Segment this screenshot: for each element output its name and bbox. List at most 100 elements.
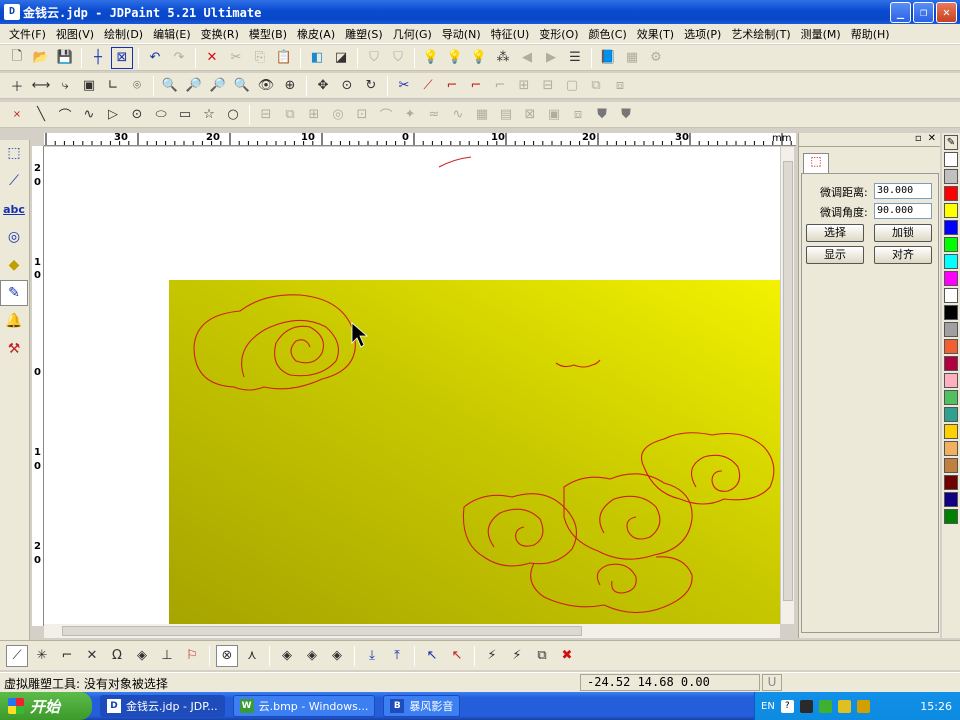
cursor-box-icon[interactable]: ⧉ bbox=[531, 645, 553, 667]
view-eye-icon[interactable]: 👁 bbox=[255, 75, 277, 97]
arrow-right-icon[interactable]: ▶ bbox=[540, 47, 562, 69]
menu-measure[interactable]: 测量(M) bbox=[796, 26, 846, 42]
wave-icon[interactable]: ≈ bbox=[423, 104, 445, 126]
add-icon[interactable]: ＋ bbox=[6, 75, 28, 97]
color-swatch[interactable] bbox=[944, 186, 958, 201]
save-icon[interactable]: 💾 bbox=[54, 47, 76, 69]
offset-icon[interactable]: ⊞ bbox=[513, 75, 535, 97]
grid-fill-icon[interactable]: ▦ bbox=[471, 104, 493, 126]
color-swatch[interactable] bbox=[944, 288, 958, 303]
offset-curve-icon[interactable]: ⌒ bbox=[375, 104, 397, 126]
mirror-icon[interactable]: ⧉ bbox=[279, 104, 301, 126]
color-swatch[interactable] bbox=[944, 458, 958, 473]
menu-sculpt[interactable]: 雕塑(S) bbox=[340, 26, 388, 42]
shield-alt-icon[interactable]: ⛉ bbox=[387, 47, 409, 69]
zoom-all-icon[interactable]: ⊕ bbox=[279, 75, 301, 97]
menu-model[interactable]: 模型(B) bbox=[244, 26, 292, 42]
spline-icon[interactable]: ∿ bbox=[78, 104, 100, 126]
menu-feature[interactable]: 特征(U) bbox=[486, 26, 535, 42]
color-swatch[interactable] bbox=[944, 271, 958, 286]
rectangle-icon[interactable]: ▭ bbox=[174, 104, 196, 126]
scissors-icon[interactable]: ✂ bbox=[393, 75, 415, 97]
panel-close-icon[interactable]: ✕ bbox=[928, 133, 936, 146]
menu-file[interactable]: 文件(F) bbox=[4, 26, 51, 42]
trim-icon[interactable]: ⤷ bbox=[54, 75, 76, 97]
cancel-x-icon[interactable]: ✖ bbox=[556, 645, 578, 667]
fine-distance-field[interactable]: 30.000 bbox=[874, 183, 932, 199]
shade-icon[interactable]: ◧ bbox=[306, 47, 328, 69]
menu-guide[interactable]: 导动(N) bbox=[437, 26, 486, 42]
diamond-c-icon[interactable]: ◈ bbox=[326, 645, 348, 667]
palette-pen-icon[interactable]: ✎ bbox=[944, 135, 958, 150]
color-swatch[interactable] bbox=[944, 509, 958, 524]
cut-icon[interactable]: ✂ bbox=[225, 47, 247, 69]
color-swatch[interactable] bbox=[944, 220, 958, 235]
shield-tray-icon[interactable] bbox=[856, 699, 870, 713]
measure-icon[interactable]: ⟷ bbox=[30, 75, 52, 97]
align-button[interactable]: 对齐 bbox=[874, 246, 932, 264]
vertical-scrollbar[interactable] bbox=[780, 147, 794, 624]
color-swatch[interactable] bbox=[944, 203, 958, 218]
sphere-icon[interactable]: ◎ bbox=[0, 224, 28, 250]
ellipse-icon[interactable]: ⬭ bbox=[150, 104, 172, 126]
color-swatch[interactable] bbox=[944, 441, 958, 456]
color-swatch[interactable] bbox=[944, 152, 958, 167]
menu-draw[interactable]: 绘制(D) bbox=[99, 26, 148, 42]
light-bulb-alt-icon[interactable]: 💡 bbox=[444, 47, 466, 69]
line-icon[interactable]: ╲ bbox=[30, 104, 52, 126]
diamond-b-icon[interactable]: ◈ bbox=[301, 645, 323, 667]
security-tray-icon[interactable] bbox=[818, 699, 832, 713]
rotate-icon[interactable]: ↻ bbox=[360, 75, 382, 97]
color-swatch[interactable] bbox=[944, 475, 958, 490]
brush-icon[interactable]: ✎ bbox=[0, 280, 28, 306]
ungroup-icon[interactable]: ⧈ bbox=[609, 75, 631, 97]
chamfer-icon[interactable]: ⌐ bbox=[465, 75, 487, 97]
frame-icon[interactable]: ▣ bbox=[78, 75, 100, 97]
zoom-fit-icon[interactable]: ⊙ bbox=[336, 75, 358, 97]
hook-icon[interactable]: ⌐ bbox=[56, 645, 78, 667]
layer-up-icon[interactable]: ⤒ bbox=[386, 645, 408, 667]
corner-icon[interactable]: ⌐ bbox=[489, 75, 511, 97]
volume-tray-icon[interactable] bbox=[837, 699, 851, 713]
color-swatch[interactable] bbox=[944, 492, 958, 507]
color-swatch[interactable] bbox=[944, 356, 958, 371]
lock-button[interactable]: 加锁 bbox=[874, 224, 932, 242]
color-swatch[interactable] bbox=[944, 254, 958, 269]
menu-effect[interactable]: 效果(T) bbox=[632, 26, 679, 42]
menu-geometry[interactable]: 几何(G) bbox=[388, 26, 437, 42]
select-button[interactable]: 选择 bbox=[806, 224, 864, 242]
target-icon[interactable]: ⊗ bbox=[216, 644, 238, 667]
menu-view[interactable]: 视图(V) bbox=[51, 26, 99, 42]
angle-icon[interactable]: ∟ bbox=[102, 75, 124, 97]
fillet-icon[interactable]: ⌐ bbox=[441, 75, 463, 97]
array-icon[interactable]: ⊟ bbox=[537, 75, 559, 97]
chisel-icon[interactable]: ⚒ bbox=[0, 336, 28, 362]
menu-art-draw[interactable]: 艺术绘制(T) bbox=[726, 26, 795, 42]
node-icon[interactable]: ✦ bbox=[399, 104, 421, 126]
task-jdpaint[interactable]: D 金钱云.jdp - JDP... bbox=[100, 695, 225, 717]
group-icon[interactable]: ⧉ bbox=[585, 75, 607, 97]
pin-icon[interactable]: ⌾ bbox=[126, 75, 148, 97]
hatch-icon[interactable]: ▤ bbox=[495, 104, 517, 126]
horizontal-scrollbar[interactable] bbox=[44, 624, 780, 638]
ring-icon[interactable]: ○ bbox=[222, 104, 244, 126]
point-icon[interactable]: × bbox=[6, 104, 28, 126]
language-indicator[interactable]: EN bbox=[761, 701, 775, 712]
start-button[interactable]: 开始 bbox=[0, 692, 92, 720]
maximize-button[interactable]: ❐ bbox=[913, 2, 934, 23]
line-sculpt-icon[interactable]: ⟋ bbox=[6, 644, 28, 667]
shield-icon[interactable]: ⛉ bbox=[363, 47, 385, 69]
star-sculpt-icon[interactable]: ✳ bbox=[31, 645, 53, 667]
weave-icon[interactable]: ⊠ bbox=[519, 104, 541, 126]
fork-icon[interactable]: ⋏ bbox=[241, 645, 263, 667]
box-icon[interactable]: ▢ bbox=[561, 75, 583, 97]
wand-a-icon[interactable]: ⚡ bbox=[481, 645, 503, 667]
help-tray-icon[interactable]: ? bbox=[780, 699, 794, 713]
polyline-icon[interactable]: ▷ bbox=[102, 104, 124, 126]
light-bulb-icon[interactable]: 💡 bbox=[420, 47, 442, 69]
color-swatch[interactable] bbox=[944, 237, 958, 252]
drawing-canvas[interactable] bbox=[44, 147, 780, 624]
book-icon[interactable]: 📘 bbox=[597, 47, 619, 69]
zoom-out-icon[interactable]: 🔎 bbox=[207, 75, 229, 97]
grid-icon[interactable]: ▦ bbox=[621, 47, 643, 69]
